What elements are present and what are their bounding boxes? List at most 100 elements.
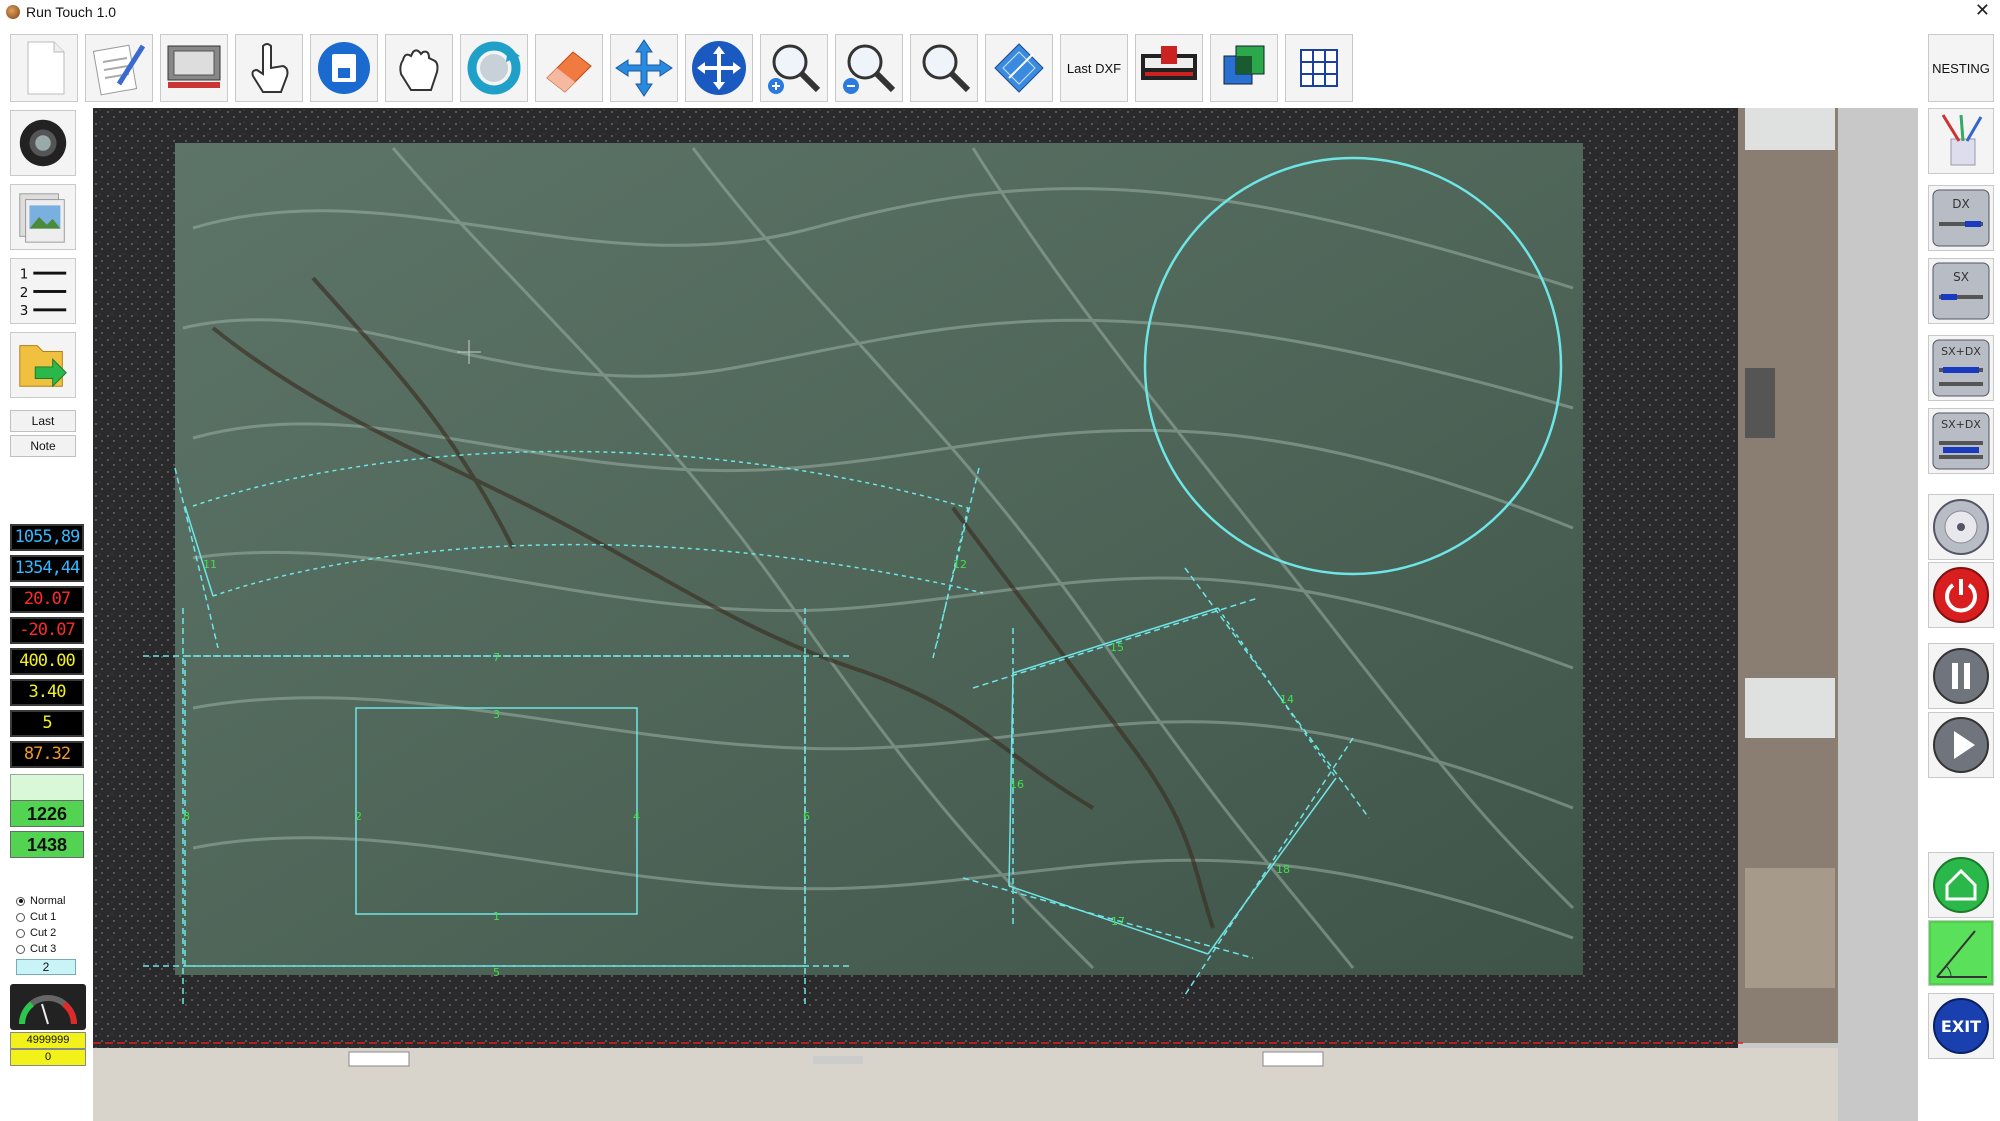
angle-icon bbox=[1931, 923, 1991, 983]
sx-dx-alt-icon: SX+DX bbox=[1932, 412, 1990, 470]
grid-icon bbox=[1300, 49, 1338, 87]
saw-machine-button[interactable] bbox=[1135, 34, 1203, 102]
blade-button[interactable] bbox=[1928, 494, 1994, 560]
radio-cut1[interactable] bbox=[16, 912, 25, 922]
new-document-button[interactable] bbox=[10, 34, 78, 102]
hand-pointer-button[interactable] bbox=[235, 34, 303, 102]
note-button[interactable]: Note bbox=[10, 435, 76, 457]
blueprint-icon bbox=[994, 43, 1044, 93]
eraser-button[interactable] bbox=[535, 34, 603, 102]
radio-normal[interactable] bbox=[16, 896, 25, 906]
app-icon bbox=[6, 5, 20, 19]
rotate-button[interactable] bbox=[460, 34, 528, 102]
edit-document-icon bbox=[92, 44, 146, 96]
zoom-icon bbox=[922, 44, 971, 93]
mode-cut3-option[interactable]: Cut 3 bbox=[16, 943, 56, 955]
mode-cut1-label: Cut 1 bbox=[30, 911, 57, 923]
power-button[interactable] bbox=[1928, 562, 1994, 628]
edit-document-button[interactable] bbox=[85, 34, 153, 102]
image-gallery-icon bbox=[19, 193, 65, 243]
zoom-button[interactable] bbox=[910, 34, 978, 102]
table-frame-button[interactable] bbox=[160, 34, 228, 102]
image-gallery-button[interactable] bbox=[10, 184, 76, 250]
sx-dx-icon: SX+DX bbox=[1932, 339, 1990, 397]
segment-label: 5 bbox=[493, 966, 500, 979]
home-icon bbox=[1933, 857, 1989, 913]
tools-button[interactable] bbox=[1928, 108, 1994, 174]
segment-label: 18 bbox=[1276, 863, 1290, 876]
segment-label: 17 bbox=[1111, 915, 1125, 928]
pause-icon bbox=[1933, 648, 1989, 704]
window-title: Run Touch 1.0 bbox=[26, 4, 117, 20]
segment-label: 16 bbox=[1010, 778, 1024, 791]
last-dxf-button[interactable]: Last DXF bbox=[1060, 34, 1128, 102]
move-arrows-icon bbox=[615, 39, 673, 97]
readout-x: 1055,89 bbox=[10, 524, 84, 551]
mode-normal-label: Normal bbox=[30, 895, 66, 907]
segment-label: 4 bbox=[633, 810, 640, 823]
sx-dx-label: SX+DX bbox=[1941, 345, 1981, 358]
radio-cut3[interactable] bbox=[16, 944, 25, 954]
numbered-list-button[interactable]: 1 2 3 bbox=[10, 258, 76, 324]
dx-label: DX bbox=[1952, 197, 1969, 211]
sx-dx-alt-button[interactable]: SX+DX bbox=[1928, 408, 1994, 474]
sx-dx-button[interactable]: SX+DX bbox=[1928, 335, 1994, 401]
folder-arrow-icon bbox=[19, 345, 67, 388]
exit-icon: EXIT bbox=[1933, 998, 1989, 1054]
camera-icon bbox=[19, 119, 67, 167]
layers-button[interactable] bbox=[1210, 34, 1278, 102]
nesting-label: NESTING bbox=[1932, 60, 1990, 76]
camera-work-area[interactable]: 11 12 14 15 16 17 18 7 3 2 4 1 8 6 5 bbox=[93, 108, 1918, 1121]
sx-button[interactable]: SX bbox=[1928, 258, 1994, 324]
play-icon bbox=[1933, 717, 1989, 773]
readout-y: 1354,44 bbox=[10, 555, 84, 582]
zoom-in-icon bbox=[768, 44, 821, 94]
last-dxf-label: Last DXF bbox=[1066, 60, 1122, 76]
mode-number-field[interactable]: 2 bbox=[16, 959, 76, 975]
exit-button[interactable]: EXIT bbox=[1928, 993, 1994, 1059]
numbered-list-icon: 1 2 3 bbox=[20, 266, 67, 319]
readout-thickness: 3.40 bbox=[10, 679, 84, 706]
eraser-icon bbox=[546, 51, 592, 93]
radio-cut2[interactable] bbox=[16, 928, 25, 938]
segment-label: 7 bbox=[493, 651, 500, 664]
zoom-out-button[interactable] bbox=[835, 34, 903, 102]
segment-label: 15 bbox=[1110, 641, 1124, 654]
grid-button[interactable] bbox=[1285, 34, 1353, 102]
close-window-button[interactable]: ✕ bbox=[1975, 0, 1990, 21]
new-document-icon bbox=[27, 41, 65, 95]
mode-cut1-option[interactable]: Cut 1 bbox=[16, 911, 56, 923]
angle-button[interactable] bbox=[1928, 920, 1994, 986]
dx-button[interactable]: DX bbox=[1928, 185, 1994, 251]
mode-cut3-label: Cut 3 bbox=[30, 943, 57, 955]
camera-canvas[interactable]: 11 12 14 15 16 17 18 7 3 2 4 1 8 6 5 bbox=[93, 108, 1918, 1121]
zoom-in-button[interactable] bbox=[760, 34, 828, 102]
segment-label: 11 bbox=[203, 558, 217, 571]
exit-label: EXIT bbox=[1941, 1017, 1981, 1036]
segment-label: 3 bbox=[493, 708, 500, 721]
marble-slab bbox=[175, 143, 1583, 975]
readout-passes: 5 bbox=[10, 710, 84, 737]
hand-grab-button[interactable] bbox=[385, 34, 453, 102]
move-arrows-button[interactable] bbox=[610, 34, 678, 102]
last-button[interactable]: Last bbox=[10, 410, 76, 432]
mode-normal-option[interactable]: Normal bbox=[16, 895, 65, 907]
sx-label: SX bbox=[1953, 270, 1969, 284]
table-frame-icon bbox=[167, 45, 221, 88]
pan-arrows-button[interactable] bbox=[685, 34, 753, 102]
save-button[interactable] bbox=[310, 34, 378, 102]
mode-cut2-option[interactable]: Cut 2 bbox=[16, 927, 56, 939]
dx-icon: DX bbox=[1932, 189, 1990, 247]
camera-button[interactable] bbox=[10, 110, 76, 176]
play-button[interactable] bbox=[1928, 712, 1994, 778]
segment-label: 1 bbox=[493, 910, 500, 923]
home-button[interactable] bbox=[1928, 852, 1994, 918]
blade-disc-icon bbox=[1933, 499, 1989, 555]
nesting-button[interactable]: NESTING bbox=[1928, 34, 1994, 102]
readout-angle-neg: -20.07 bbox=[10, 617, 84, 644]
blueprint-button[interactable] bbox=[985, 34, 1053, 102]
segment-label: 6 bbox=[803, 810, 810, 823]
list-number-1: 1 bbox=[20, 266, 29, 282]
pause-button[interactable] bbox=[1928, 643, 1994, 709]
open-folder-button[interactable] bbox=[10, 332, 76, 398]
